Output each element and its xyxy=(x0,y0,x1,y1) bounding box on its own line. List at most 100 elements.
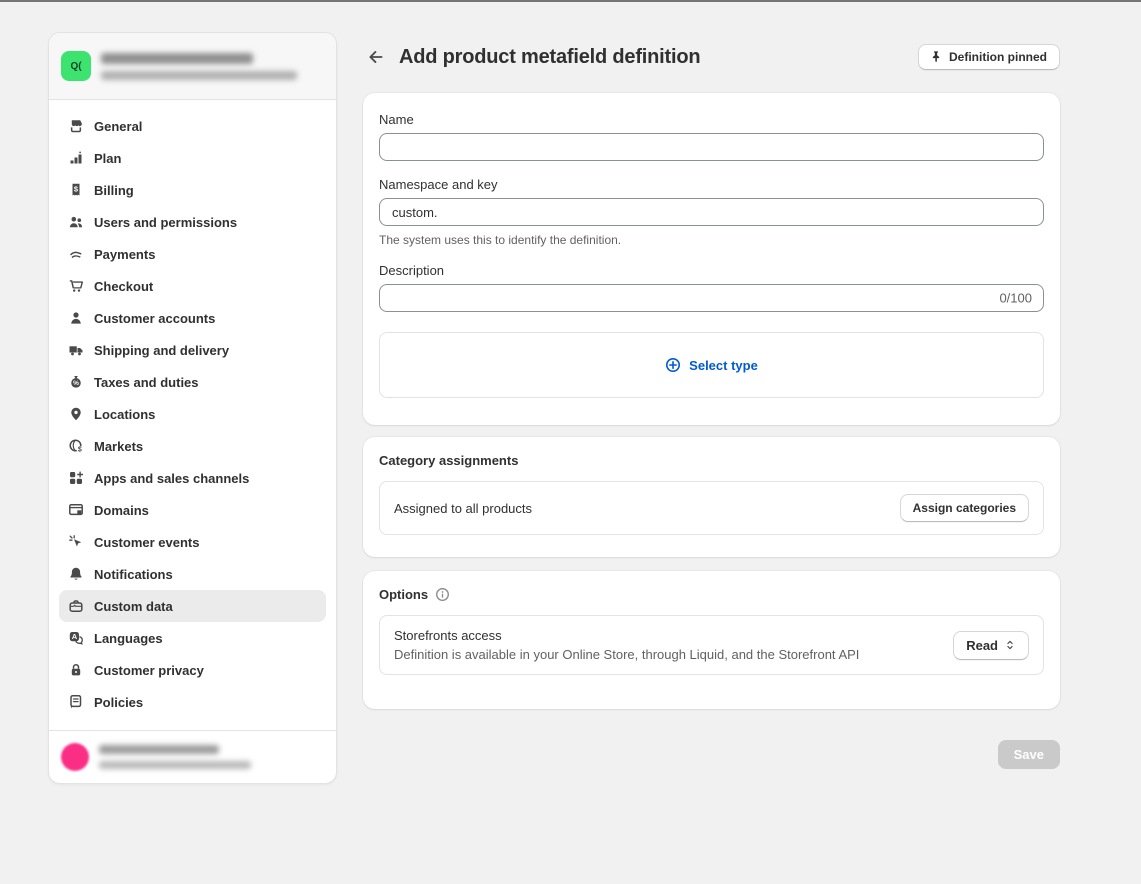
sidebar-item-label: Users and permissions xyxy=(94,215,237,230)
sidebar-item-taxes-and-duties[interactable]: % Taxes and duties xyxy=(59,366,326,398)
definition-pinned-button[interactable]: Definition pinned xyxy=(918,44,1060,70)
sidebar-item-label: Plan xyxy=(94,151,121,166)
user-name-redacted xyxy=(99,745,219,754)
sidebar-item-label: General xyxy=(94,119,142,134)
sidebar-item-label: Custom data xyxy=(94,599,173,614)
sidebar-item-label: Markets xyxy=(94,439,143,454)
store-avatar: Q( xyxy=(61,51,91,81)
sidebar-item-label: Customer events xyxy=(94,535,199,550)
svg-text:%: % xyxy=(73,380,79,387)
sidebar-item-label: Notifications xyxy=(94,567,173,582)
sidebar-item-customer-events[interactable]: Customer events xyxy=(59,526,326,558)
store-url-redacted xyxy=(101,71,297,80)
sidebar-item-languages[interactable]: A Languages xyxy=(59,622,326,654)
plan-icon xyxy=(68,150,84,166)
person-icon xyxy=(68,310,84,326)
namespace-key-label: Namespace and key xyxy=(379,177,1044,192)
billing-icon: $ xyxy=(68,182,84,198)
sidebar-item-label: Taxes and duties xyxy=(94,375,199,390)
sidebar-item-users-and-permissions[interactable]: Users and permissions xyxy=(59,206,326,238)
store-header[interactable]: Q( xyxy=(49,33,336,100)
sidebar-item-label: Shipping and delivery xyxy=(94,343,229,358)
tax-icon: % xyxy=(68,374,84,390)
description-label: Description xyxy=(379,263,1044,278)
category-assignments-card: Category assignments Assigned to all pro… xyxy=(363,437,1060,557)
namespace-key-input[interactable] xyxy=(379,198,1044,226)
store-identity xyxy=(101,53,297,80)
sidebar-item-general[interactable]: General xyxy=(59,110,326,142)
sidebar-item-label: Apps and sales channels xyxy=(94,471,249,486)
sidebar-item-label: Locations xyxy=(94,407,155,422)
definition-pinned-label: Definition pinned xyxy=(949,50,1047,64)
top-window-strip xyxy=(0,0,1141,2)
users-icon xyxy=(68,214,84,230)
sidebar-item-notifications[interactable]: Notifications xyxy=(59,558,326,590)
namespace-key-help: The system uses this to identify the def… xyxy=(379,233,1044,247)
plus-circle-icon xyxy=(665,357,681,373)
sidebar-item-billing[interactable]: $ Billing xyxy=(59,174,326,206)
assign-categories-label: Assign categories xyxy=(913,501,1016,515)
payments-icon xyxy=(68,246,84,262)
sidebar-item-apps-and-sales-channels[interactable]: Apps and sales channels xyxy=(59,462,326,494)
apps-icon xyxy=(68,470,84,486)
select-type-label: Select type xyxy=(689,358,758,373)
svg-text:$: $ xyxy=(78,447,82,454)
bell-icon xyxy=(68,566,84,582)
sidebar-item-customer-privacy[interactable]: Customer privacy xyxy=(59,654,326,686)
options-heading: Options xyxy=(379,587,428,602)
user-avatar xyxy=(61,743,89,771)
pin-icon xyxy=(68,406,84,422)
sidebar-item-plan[interactable]: Plan xyxy=(59,142,326,174)
name-label: Name xyxy=(379,112,1044,127)
sidebar-item-label: Policies xyxy=(94,695,143,710)
globe-icon: $ xyxy=(68,438,84,454)
sidebar-item-custom-data[interactable]: Custom data xyxy=(59,590,326,622)
sidebar-item-locations[interactable]: Locations xyxy=(59,398,326,430)
info-icon[interactable] xyxy=(435,587,450,602)
custom-data-icon xyxy=(68,598,84,614)
store-name-redacted xyxy=(101,53,253,64)
assign-categories-button[interactable]: Assign categories xyxy=(900,494,1029,522)
storefronts-access-title: Storefronts access xyxy=(394,628,953,643)
lock-icon xyxy=(68,662,84,678)
definition-form-card: Name Namespace and key The system uses t… xyxy=(363,93,1060,425)
storefronts-access-select[interactable]: Read xyxy=(953,631,1029,660)
user-identity xyxy=(99,745,251,769)
sidebar-item-domains[interactable]: Domains xyxy=(59,494,326,526)
user-account-footer[interactable] xyxy=(49,730,336,783)
back-button[interactable] xyxy=(363,44,389,70)
sidebar-item-checkout[interactable]: Checkout xyxy=(59,270,326,302)
truck-icon xyxy=(68,342,84,358)
sidebar-item-payments[interactable]: Payments xyxy=(59,238,326,270)
cart-icon xyxy=(68,278,84,294)
cursor-icon xyxy=(68,534,84,550)
storefronts-access-description: Definition is available in your Online S… xyxy=(394,647,953,662)
sidebar-item-shipping-and-delivery[interactable]: Shipping and delivery xyxy=(59,334,326,366)
sidebar-nav: General Plan $ Billing Users and permiss… xyxy=(49,100,336,728)
sidebar-item-label: Customer accounts xyxy=(94,311,215,326)
sidebar-item-policies[interactable]: Policies xyxy=(59,686,326,718)
sidebar-item-label: Domains xyxy=(94,503,149,518)
sidebar-item-markets[interactable]: $ Markets xyxy=(59,430,326,462)
policies-icon xyxy=(68,694,84,710)
category-assignments-heading: Category assignments xyxy=(379,453,1044,468)
sidebar-item-label: Payments xyxy=(94,247,155,262)
sidebar-item-label: Billing xyxy=(94,183,134,198)
category-assignment-status: Assigned to all products xyxy=(394,501,900,516)
user-email-redacted xyxy=(99,761,251,769)
save-row: Save xyxy=(363,740,1060,769)
svg-text:A: A xyxy=(72,632,78,641)
page-title: Add product metafield definition xyxy=(399,46,700,69)
description-input[interactable] xyxy=(379,284,1044,312)
select-chevrons-icon xyxy=(1004,639,1016,651)
sidebar-item-customer-accounts[interactable]: Customer accounts xyxy=(59,302,326,334)
sidebar-item-label: Customer privacy xyxy=(94,663,204,678)
arrow-left-icon xyxy=(367,48,385,66)
save-button[interactable]: Save xyxy=(998,740,1060,769)
sidebar-item-label: Languages xyxy=(94,631,163,646)
domains-icon xyxy=(68,502,84,518)
pin-icon xyxy=(929,50,943,64)
name-input[interactable] xyxy=(379,133,1044,161)
select-type-button[interactable]: Select type xyxy=(379,332,1044,398)
languages-icon: A xyxy=(68,630,84,646)
